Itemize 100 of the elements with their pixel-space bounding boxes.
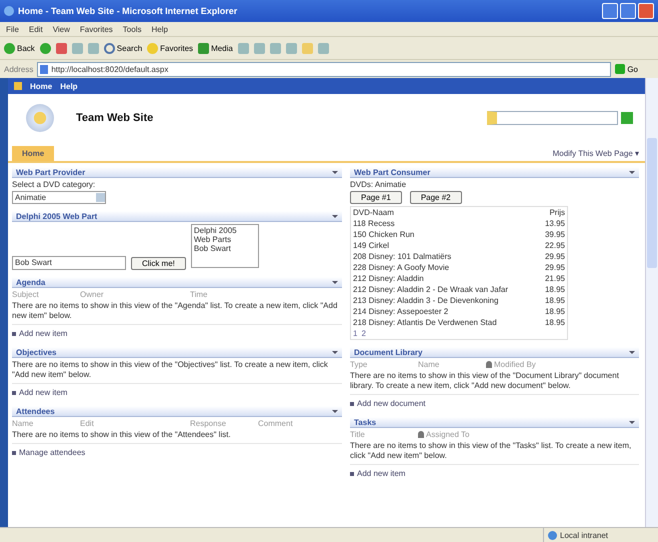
menu-arrow-icon[interactable]	[629, 350, 635, 356]
pager-link[interactable]: 2	[361, 329, 366, 338]
menu-arrow-icon[interactable]	[332, 214, 338, 220]
menu-arrow-icon[interactable]	[332, 350, 338, 356]
empty-list-message: There are no items to show in this view of the "Agenda" list. To create a new item, click "Add new item" below.	[12, 301, 342, 325]
text-input[interactable]: Bob Swart	[12, 256, 126, 270]
web-part-title: Objectives	[16, 348, 56, 356]
toolbar-button[interactable]: Search	[104, 42, 142, 54]
add-link[interactable]: Add new item	[357, 469, 406, 478]
bullet-icon	[12, 390, 16, 394]
search-field[interactable]	[487, 111, 618, 125]
table-cell-text: 29.95	[544, 252, 565, 261]
menu-item[interactable]: Edit	[28, 24, 43, 34]
bullet-icon	[12, 450, 16, 454]
page-button[interactable]: Page #2	[410, 191, 462, 204]
web-part-title: Attendees	[16, 406, 55, 416]
add-link[interactable]: Add new item	[19, 388, 68, 397]
menu-arrow-icon[interactable]	[332, 410, 338, 416]
toolbar-button[interactable]: Media	[198, 42, 233, 54]
list-box[interactable]: Delphi 2005 Web Parts Bob Swart	[190, 224, 259, 268]
table-cell: 118 Recess	[353, 219, 395, 228]
menu-item[interactable]: Tools	[122, 24, 142, 34]
toolbar-icon[interactable]	[238, 42, 249, 54]
table-cell-text: 18.95	[544, 318, 565, 327]
category-dropdown[interactable]: Animatie	[12, 191, 106, 204]
table-cell: 150 Chicken Run	[353, 230, 414, 239]
toolbar-icon[interactable]	[254, 42, 265, 54]
menu-item[interactable]: Help	[151, 24, 168, 34]
column-header: DVD-Naam	[353, 208, 394, 217]
column-header: Modified By	[494, 360, 536, 369]
menu-arrow-icon[interactable]	[629, 170, 635, 176]
list-box-item[interactable]: Bob Swart	[194, 244, 256, 253]
menu-item[interactable]: Favorites	[80, 24, 113, 34]
toolbar-icon[interactable]	[286, 42, 297, 54]
toolbar-icon	[4, 42, 15, 54]
site-logo-icon	[26, 104, 54, 132]
web-part-title: Agenda	[16, 278, 46, 286]
filter-value: Animatie	[374, 180, 406, 189]
add-link[interactable]: Add new document	[357, 399, 426, 408]
close-button[interactable]	[638, 3, 654, 19]
toolbar-icon[interactable]	[72, 42, 83, 54]
toolbar-icon[interactable]	[270, 42, 281, 54]
modify-page-link[interactable]: Modify This Web Page ▾	[552, 149, 639, 158]
site-title: Team Web Site	[76, 112, 154, 124]
menu-item[interactable]: File	[6, 24, 19, 34]
toolbar-icon	[147, 42, 158, 54]
add-link[interactable]: Add new item	[19, 329, 68, 338]
list-box-item[interactable]: Web Parts	[194, 235, 256, 244]
table-cell: 208 Disney: 101 Dalmatiërs	[353, 252, 452, 261]
bullet-icon	[350, 402, 354, 406]
menu-arrow-icon[interactable]	[629, 420, 635, 426]
table-cell-text: 18.95	[544, 296, 565, 305]
table-cell: 228 Disney: A Goofy Movie	[353, 263, 450, 272]
table-cell-text: 22.95	[544, 241, 565, 250]
nav-link[interactable]: Help	[60, 82, 78, 90]
empty-list-message: There are no items to show in this view of the "Attendees" list.	[12, 430, 342, 444]
bullet-icon	[350, 472, 354, 476]
address-field[interactable]: http://localhost:8020/default.aspx	[37, 62, 612, 76]
table-cell: 212 Disney: Aladdin 2 - De Wraak van Jafar	[353, 285, 508, 294]
zone-label: Local intranet	[560, 530, 608, 540]
table-cell-text: 13.95	[544, 219, 565, 228]
menu-arrow-icon[interactable]	[332, 280, 338, 286]
page-button[interactable]: Page #1	[350, 191, 402, 204]
pager-link[interactable]: 1	[353, 329, 358, 338]
nav-link[interactable]: Home	[30, 82, 52, 90]
empty-list-message: There are no items to show in this view of the "Tasks" list. To create a new item, click "Add new item" below.	[350, 441, 639, 465]
web-part-title: Web Part Consumer	[354, 168, 430, 176]
column-header: Comment	[258, 419, 293, 428]
list-box-item[interactable]: Delphi 2005	[194, 226, 256, 235]
toolbar-icon	[104, 42, 115, 54]
maximize-button[interactable]	[620, 3, 636, 19]
menu-arrow-icon[interactable]	[332, 170, 338, 176]
table-cell: 149 Cirkel	[353, 241, 390, 250]
go-button[interactable]: Go	[615, 64, 654, 74]
table-cell-text: 18.95	[544, 285, 565, 294]
click-me-button[interactable]: Click me!	[131, 257, 186, 270]
table-cell-text: 29.95	[544, 263, 565, 272]
toolbar-icon[interactable]	[88, 42, 99, 54]
table-cell-text: 21.95	[544, 274, 565, 283]
web-part-title: Document Library	[354, 348, 422, 356]
toolbar-icon[interactable]	[318, 42, 329, 54]
table-cell: 212 Disney: Aladdin	[353, 274, 424, 283]
column-header: Response	[190, 419, 226, 428]
table-cell-text: 18.95	[544, 307, 565, 316]
table-cell: 214 Disney: Assepoester 2	[353, 307, 448, 316]
column-header: Name	[12, 419, 34, 428]
web-part-title: Delphi 2005 Web Part	[16, 212, 98, 220]
web-part-title: Web Part Provider	[16, 168, 86, 176]
toolbar-icon[interactable]	[56, 42, 67, 54]
toolbar-button[interactable]: Favorites	[147, 42, 194, 54]
tab[interactable]: Home	[12, 146, 54, 161]
column-header: Prijs	[548, 208, 565, 217]
add-link[interactable]: Manage attendees	[19, 448, 86, 457]
toolbar-icon[interactable]	[40, 42, 51, 54]
menu-item[interactable]: View	[52, 24, 70, 34]
toolbar-button[interactable]: Back	[4, 42, 35, 54]
minimize-button[interactable]	[602, 3, 618, 19]
web-part-title: Tasks	[354, 418, 376, 426]
scrollbar[interactable]	[645, 78, 658, 527]
column-header: Title	[350, 430, 365, 439]
